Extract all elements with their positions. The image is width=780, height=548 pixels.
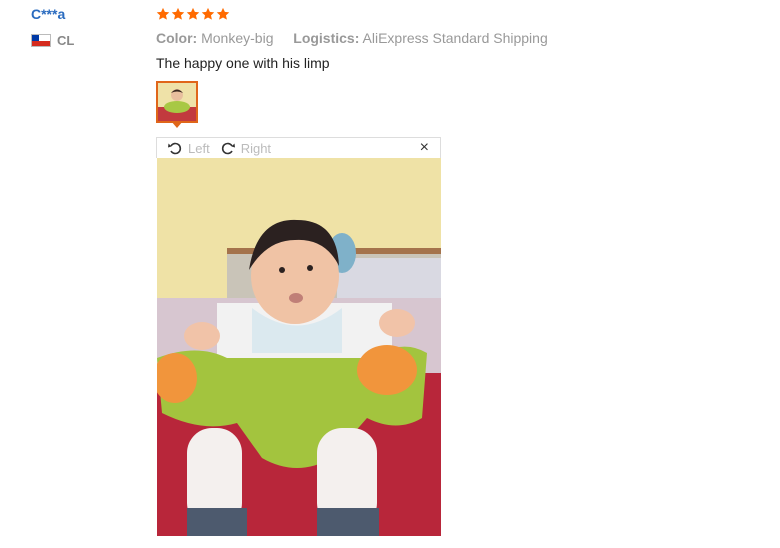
chile-flag-icon [31, 34, 51, 47]
rotate-right-icon [221, 142, 235, 155]
logistics-label: Logistics: [293, 30, 360, 46]
star-icon [201, 7, 215, 20]
star-icon [216, 7, 230, 20]
reviewer-name: C***a [31, 6, 66, 22]
star-icon [171, 7, 185, 20]
rotate-left-icon [168, 142, 182, 155]
photo-viewer-toolbar: Left Right × [156, 137, 441, 158]
star-icon [186, 7, 200, 20]
review-photo-thumbnail[interactable] [156, 81, 198, 123]
rotate-right-label: Right [240, 140, 272, 156]
logistics-value: AliExpress Standard Shipping [362, 30, 548, 46]
color-value: Monkey-big [201, 30, 274, 46]
review-text: The happy one with his limp [156, 55, 330, 71]
rotate-right-button[interactable]: Right [220, 140, 271, 156]
reviewer-country: CL [31, 33, 74, 48]
color-label: Color: [156, 30, 198, 46]
thumbnail-selected-caret [171, 121, 183, 128]
star-icon [156, 7, 170, 20]
country-code: CL [57, 33, 75, 48]
review-photo-large [157, 158, 441, 536]
order-attributes: Color: Monkey-big Logistics: AliExpress … [156, 30, 548, 46]
rotate-left-button[interactable]: Left [167, 140, 210, 156]
star-rating [156, 7, 230, 21]
rotate-left-label: Left [188, 140, 210, 156]
close-icon[interactable]: × [420, 139, 429, 157]
